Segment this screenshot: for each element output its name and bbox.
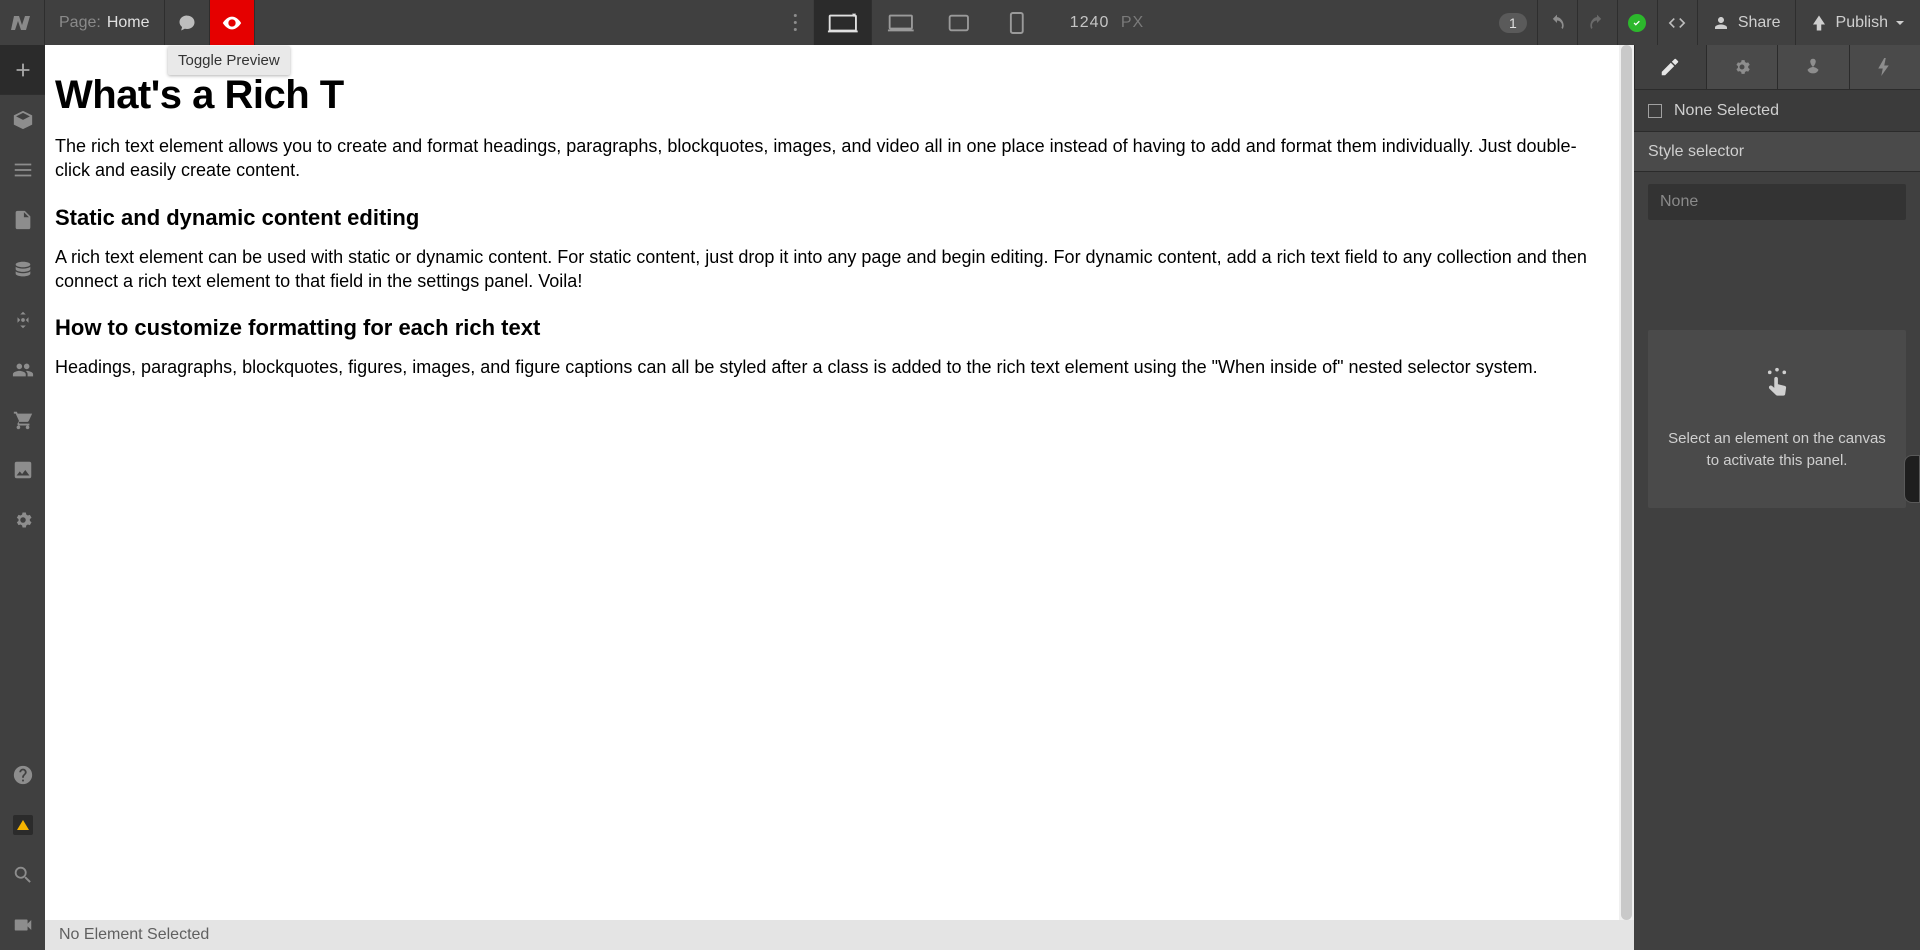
right-panel-tabs — [1634, 45, 1920, 90]
status-bar: No Element Selected — [45, 920, 1634, 950]
viewport-unit: PX — [1121, 14, 1144, 31]
rich-text-p3[interactable]: Headings, paragraphs, blockquotes, figur… — [55, 355, 1609, 379]
selector-placeholder: None — [1660, 193, 1698, 211]
page-name: Home — [107, 14, 150, 32]
export-code-button[interactable] — [1657, 0, 1697, 45]
click-hand-icon — [1666, 366, 1888, 406]
status-ok-button[interactable] — [1617, 0, 1657, 45]
viewport-value: 1240 — [1070, 14, 1110, 31]
none-selected-label: None Selected — [1674, 102, 1779, 120]
warning-icon — [13, 815, 33, 835]
users-button[interactable] — [0, 345, 45, 395]
rich-text-p1[interactable]: The rich text element allows you to crea… — [55, 134, 1609, 183]
share-label: Share — [1738, 14, 1781, 32]
rich-text-p2[interactable]: A rich text element can be used with sta… — [55, 245, 1609, 294]
left-sidebar — [0, 45, 45, 950]
symbols-button[interactable] — [0, 95, 45, 145]
empty-hint-line2: to activate this panel. — [1666, 450, 1888, 472]
breakpoint-mobile[interactable] — [988, 0, 1046, 45]
tab-style-manager[interactable] — [1777, 45, 1849, 89]
rich-text-h1[interactable]: What's a Rich T — [55, 73, 1619, 118]
undo-button[interactable] — [1537, 0, 1577, 45]
settings-button[interactable] — [0, 495, 45, 545]
rich-text-h3b[interactable]: How to customize formatting for each ric… — [55, 315, 1609, 341]
rich-text-h3a[interactable]: Static and dynamic content editing — [55, 205, 1609, 231]
more-breakpoints-icon[interactable] — [776, 14, 814, 31]
status-text: No Element Selected — [59, 926, 209, 944]
navigator-button[interactable] — [0, 145, 45, 195]
viewport-size[interactable]: 1240 PX — [1070, 14, 1144, 32]
page-label: Page: — [59, 14, 101, 32]
audit-button[interactable] — [0, 800, 45, 850]
empty-hint-line1: Select an element on the canvas — [1666, 428, 1888, 450]
add-element-button[interactable] — [0, 45, 45, 95]
breakpoint-tablet[interactable] — [930, 0, 988, 45]
comments-button[interactable] — [165, 0, 210, 45]
topbar-right: 1 Share Publish — [1499, 0, 1920, 45]
page-selector[interactable]: Page: Home — [45, 0, 165, 45]
canvas[interactable]: What's a Rich T The rich text element al… — [45, 45, 1619, 920]
breakpoint-switcher: 1240 PX — [776, 0, 1144, 45]
style-selector-section: Style selector — [1634, 132, 1920, 172]
cms-button[interactable] — [0, 245, 45, 295]
breakpoint-desktop-large[interactable] — [814, 0, 872, 45]
canvas-scrollbar[interactable] — [1619, 45, 1634, 920]
breakpoint-desktop[interactable] — [872, 0, 930, 45]
style-selector-label: Style selector — [1648, 143, 1744, 161]
checkbox-icon — [1648, 104, 1662, 118]
assets-button[interactable] — [0, 445, 45, 495]
video-tutorials-button[interactable] — [0, 900, 45, 950]
webflow-logo[interactable] — [0, 0, 45, 45]
toggle-preview-button[interactable] — [210, 0, 255, 45]
search-button[interactable] — [0, 850, 45, 900]
right-panel: None Selected Style selector None Select… — [1634, 45, 1920, 950]
scroll-thumb[interactable] — [1621, 45, 1632, 920]
none-selected-row: None Selected — [1634, 90, 1920, 132]
publish-button[interactable]: Publish — [1795, 0, 1920, 45]
selector-input[interactable]: None — [1648, 184, 1906, 220]
share-button[interactable]: Share — [1697, 0, 1795, 45]
pages-button[interactable] — [0, 195, 45, 245]
empty-state: Select an element on the canvas to activ… — [1648, 330, 1906, 508]
publish-label: Publish — [1836, 14, 1888, 32]
tab-settings[interactable] — [1706, 45, 1778, 89]
check-circle-icon — [1628, 14, 1646, 32]
top-bar: Page: Home 1240 PX 1 — [0, 0, 1920, 45]
help-button[interactable] — [0, 750, 45, 800]
components-button[interactable] — [0, 295, 45, 345]
toggle-preview-tooltip: Toggle Preview — [168, 46, 290, 75]
redo-button[interactable] — [1577, 0, 1617, 45]
tab-style[interactable] — [1634, 45, 1706, 89]
panel-drag-handle[interactable] — [1904, 455, 1920, 503]
canvas-wrapper: What's a Rich T The rich text element al… — [45, 45, 1634, 920]
tab-interactions[interactable] — [1849, 45, 1920, 89]
ecommerce-button[interactable] — [0, 395, 45, 445]
notification-badge[interactable]: 1 — [1499, 13, 1527, 33]
